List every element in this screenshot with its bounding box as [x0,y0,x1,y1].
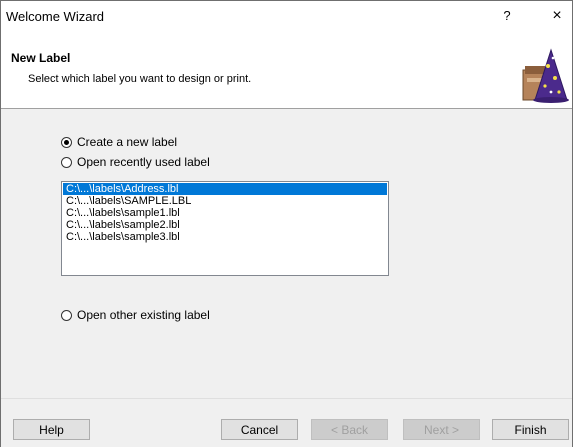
button-bar: Help Cancel < Back Next > Finish [1,398,572,447]
recent-file-item[interactable]: C:\...\labels\sample1.lbl [63,207,387,219]
wizard-body: Create a new label Open recently used la… [1,109,572,398]
open-other-radio[interactable] [61,309,72,321]
close-icon[interactable]: × [547,5,567,27]
open-recent-radio[interactable] [61,156,72,168]
next-button[interactable]: Next > [403,419,480,440]
back-button[interactable]: < Back [311,419,388,440]
recent-file-item[interactable]: C:\...\labels\sample3.lbl [63,231,387,243]
option-open-recent[interactable]: Open recently used label [61,155,210,169]
recent-file-item[interactable]: C:\...\labels\SAMPLE.LBL [63,195,387,207]
recent-file-item[interactable]: C:\...\labels\Address.lbl [63,183,387,195]
finish-button[interactable]: Finish [492,419,569,440]
cancel-button[interactable]: Cancel [221,419,298,440]
wizard-hat-icon [522,48,569,103]
page-subtitle: Select which label you want to design or… [28,73,252,85]
option-open-other[interactable]: Open other existing label [61,308,210,322]
option-create-new[interactable]: Create a new label [61,135,177,149]
wizard-window: Welcome Wizard ? × New Label Select whic… [0,0,573,447]
help-button[interactable]: Help [13,419,90,440]
recent-file-item[interactable]: C:\...\labels\sample2.lbl [63,219,387,231]
create-new-label: Create a new label [77,135,178,149]
title-bar[interactable]: Welcome Wizard ? × [1,1,572,31]
wizard-header: New Label Select which label you want to… [1,31,572,109]
open-other-label: Open other existing label [77,308,210,322]
open-recent-label: Open recently used label [77,155,210,169]
create-new-radio[interactable] [61,136,72,148]
recent-files-list[interactable]: C:\...\labels\Address.lbl C:\...\labels\… [61,181,389,276]
window-title: Welcome Wizard [6,9,105,24]
page-title: New Label [11,51,71,65]
help-question-icon[interactable]: ? [497,7,517,25]
